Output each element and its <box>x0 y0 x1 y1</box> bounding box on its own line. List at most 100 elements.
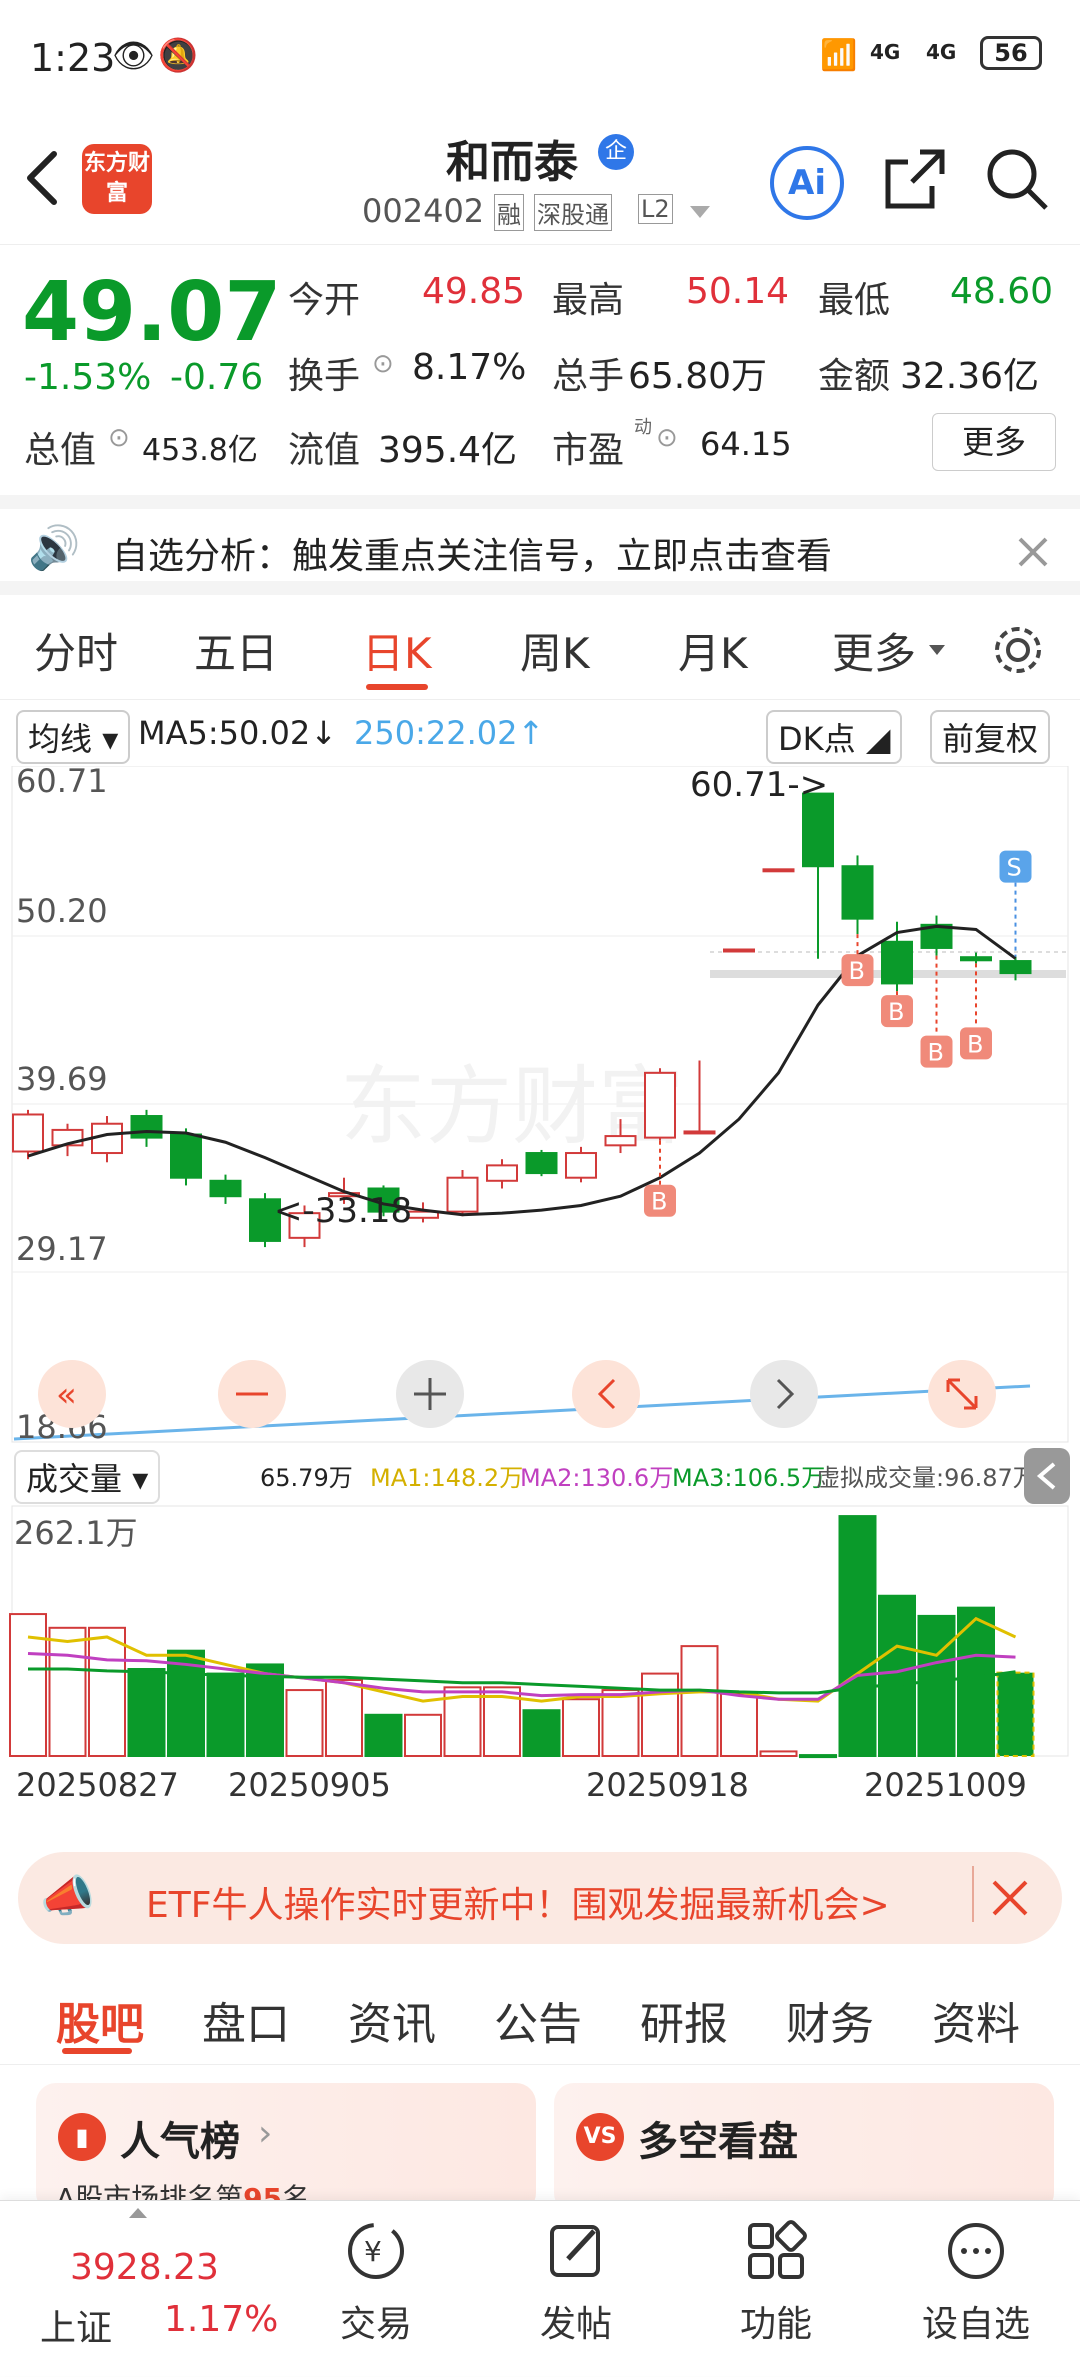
quote-panel: 49.07 -1.53% -0.76 今开 49.85 最高 50.14 最低 … <box>0 245 1080 495</box>
volume-bar[interactable] <box>917 1614 956 1758</box>
candle[interactable] <box>486 1164 518 1182</box>
settings-gear-icon[interactable] <box>990 622 1046 678</box>
ma-selector[interactable]: 均线 ▾ <box>16 710 131 764</box>
nav-add-watchlist[interactable]: 设自选 <box>916 2219 1036 2347</box>
vol-ma1-readout: MA1:148.2万 <box>370 1464 523 1492</box>
adjust-button[interactable]: 前复权 <box>930 710 1051 764</box>
volume-value: 65.80万 <box>628 356 768 397</box>
ma5-readout: MA5:50.02↓ <box>138 714 338 752</box>
enterprise-badge: 企 <box>598 134 634 170</box>
long-short-title: 多空看盘 <box>638 2119 798 2165</box>
open-label: 今开 <box>288 280 361 321</box>
nav-functions[interactable]: 功能 <box>716 2219 836 2347</box>
chevron-down-icon[interactable] <box>688 204 712 220</box>
candle[interactable] <box>525 1152 558 1175</box>
step-left-button[interactable] <box>572 1360 640 1428</box>
pe-info-icon[interactable]: ⊙ <box>656 423 678 453</box>
volume-bar[interactable] <box>285 1689 324 1758</box>
tab-news[interactable]: 资讯 <box>348 1988 436 2052</box>
amount-value: 32.36亿 <box>900 356 1040 397</box>
etf-ad-banner[interactable]: 📣 ETF牛人操作实时更新中！围观发掘最新机会> <box>18 1852 1062 1944</box>
total-value-info-icon[interactable]: ⊙ <box>108 423 130 453</box>
tab-research[interactable]: 研报 <box>640 1988 728 2052</box>
chart-canvas[interactable]: 东方财富 60.71 50.20 39.69 29.17 18.66 60.71… <box>0 766 1080 1840</box>
close-icon[interactable] <box>1016 535 1050 569</box>
volume-bar[interactable] <box>799 1754 837 1759</box>
nav-post[interactable]: 发帖 <box>516 2219 636 2347</box>
volume-bar[interactable] <box>680 1645 719 1758</box>
candle[interactable] <box>604 1135 637 1147</box>
step-right-button[interactable] <box>750 1360 818 1428</box>
tab-announcements[interactable]: 公告 <box>494 1988 582 2052</box>
volume-bar[interactable] <box>878 1594 916 1757</box>
tab-order-book[interactable]: 盘口 <box>202 1988 290 2052</box>
nav-trade[interactable]: ¥ 交易 <box>316 2219 436 2347</box>
popularity-card[interactable]: ▮ 人气榜 › A股市场排名第95名 <box>36 2083 536 2215</box>
index-name: 上证 <box>40 2308 113 2349</box>
turnover-info-icon[interactable]: ⊙ <box>372 349 394 379</box>
volume-bar[interactable] <box>759 1750 798 1757</box>
stock-name: 和而泰 <box>446 137 578 188</box>
candle[interactable] <box>762 868 795 873</box>
volume-bar[interactable] <box>48 1626 87 1757</box>
volume-indicator-selector[interactable]: 成交量 ▾ <box>14 1450 161 1504</box>
volume-bar[interactable] <box>88 1626 126 1757</box>
candle[interactable] <box>565 1152 597 1179</box>
candle[interactable] <box>170 1133 202 1179</box>
volume-bar[interactable] <box>720 1692 758 1758</box>
index-ticker[interactable]: 3928.23 上证 1.17% <box>0 2201 290 2377</box>
candle[interactable] <box>446 1176 479 1213</box>
analysis-banner[interactable]: 🔊 自选分析：触发重点关注信号，立即点击查看 <box>0 495 1080 595</box>
volume-bar[interactable] <box>364 1713 403 1758</box>
back-icon[interactable] <box>22 148 62 208</box>
candle[interactable] <box>12 1113 44 1153</box>
trade-icon: ¥ <box>348 2223 404 2279</box>
buy-signal-label: B <box>967 1030 983 1058</box>
volume-bar[interactable] <box>996 1671 1035 1758</box>
long-short-card[interactable]: VS 多空看盘 <box>554 2083 1054 2213</box>
volume-bar[interactable] <box>246 1663 284 1757</box>
tab-monthly-k[interactable]: 月K <box>678 620 748 681</box>
volume-bar[interactable] <box>838 1515 877 1757</box>
dk-point-button[interactable]: DK点 ◢ <box>766 710 903 764</box>
tab-five-day[interactable]: 五日 <box>194 620 278 681</box>
content-tab-indicator <box>62 2048 132 2054</box>
kline-chart[interactable]: 均线 ▾ MA5:50.02↓ 250:22.02↑ DK点 ◢ 前复权 东方财… <box>0 700 1080 1840</box>
tab-profile[interactable]: 资料 <box>932 1988 1020 2052</box>
banner-text: 自选分析：触发重点关注信号，立即点击查看 <box>112 536 833 577</box>
volume-bar[interactable] <box>522 1709 561 1757</box>
collapse-panel-button[interactable] <box>1024 1448 1070 1504</box>
tab-forum[interactable]: 股吧 <box>56 1988 144 2052</box>
tab-more[interactable]: 更多 <box>832 620 916 681</box>
candle[interactable] <box>644 1071 676 1139</box>
volume-bar[interactable] <box>9 1613 47 1758</box>
volume-bar[interactable] <box>325 1678 363 1757</box>
candle[interactable] <box>723 948 755 953</box>
app-logo: 东方财富 <box>82 144 152 214</box>
tab-weekly-k[interactable]: 周K <box>520 620 590 681</box>
tab-daily-k[interactable]: 日K <box>362 620 432 681</box>
volume-indicator-label: 成交量 <box>26 1460 123 1498</box>
volume-bar[interactable] <box>601 1689 640 1758</box>
search-icon[interactable] <box>984 146 1050 212</box>
share-icon[interactable] <box>882 146 948 212</box>
candle[interactable] <box>209 1179 242 1198</box>
volume-bar[interactable] <box>641 1672 679 1757</box>
candle[interactable] <box>999 960 1032 975</box>
candle[interactable] <box>841 865 874 920</box>
candle[interactable] <box>960 956 992 962</box>
volume-bar[interactable] <box>562 1698 600 1758</box>
volume-bar[interactable] <box>404 1713 442 1758</box>
ai-button[interactable]: Ai <box>770 146 844 220</box>
ad-close-icon[interactable] <box>990 1878 1030 1918</box>
tab-finance[interactable]: 财务 <box>786 1988 874 2052</box>
edit-icon <box>550 2225 600 2277</box>
pe-label: 市盈 <box>552 430 625 471</box>
tab-intraday[interactable]: 分时 <box>34 620 118 681</box>
volume-bar[interactable] <box>206 1672 245 1757</box>
more-button[interactable]: 更多 <box>932 413 1056 471</box>
candle[interactable] <box>130 1115 163 1139</box>
candle[interactable] <box>683 1130 716 1135</box>
candle[interactable] <box>881 940 913 985</box>
volume-bar[interactable] <box>127 1668 166 1758</box>
